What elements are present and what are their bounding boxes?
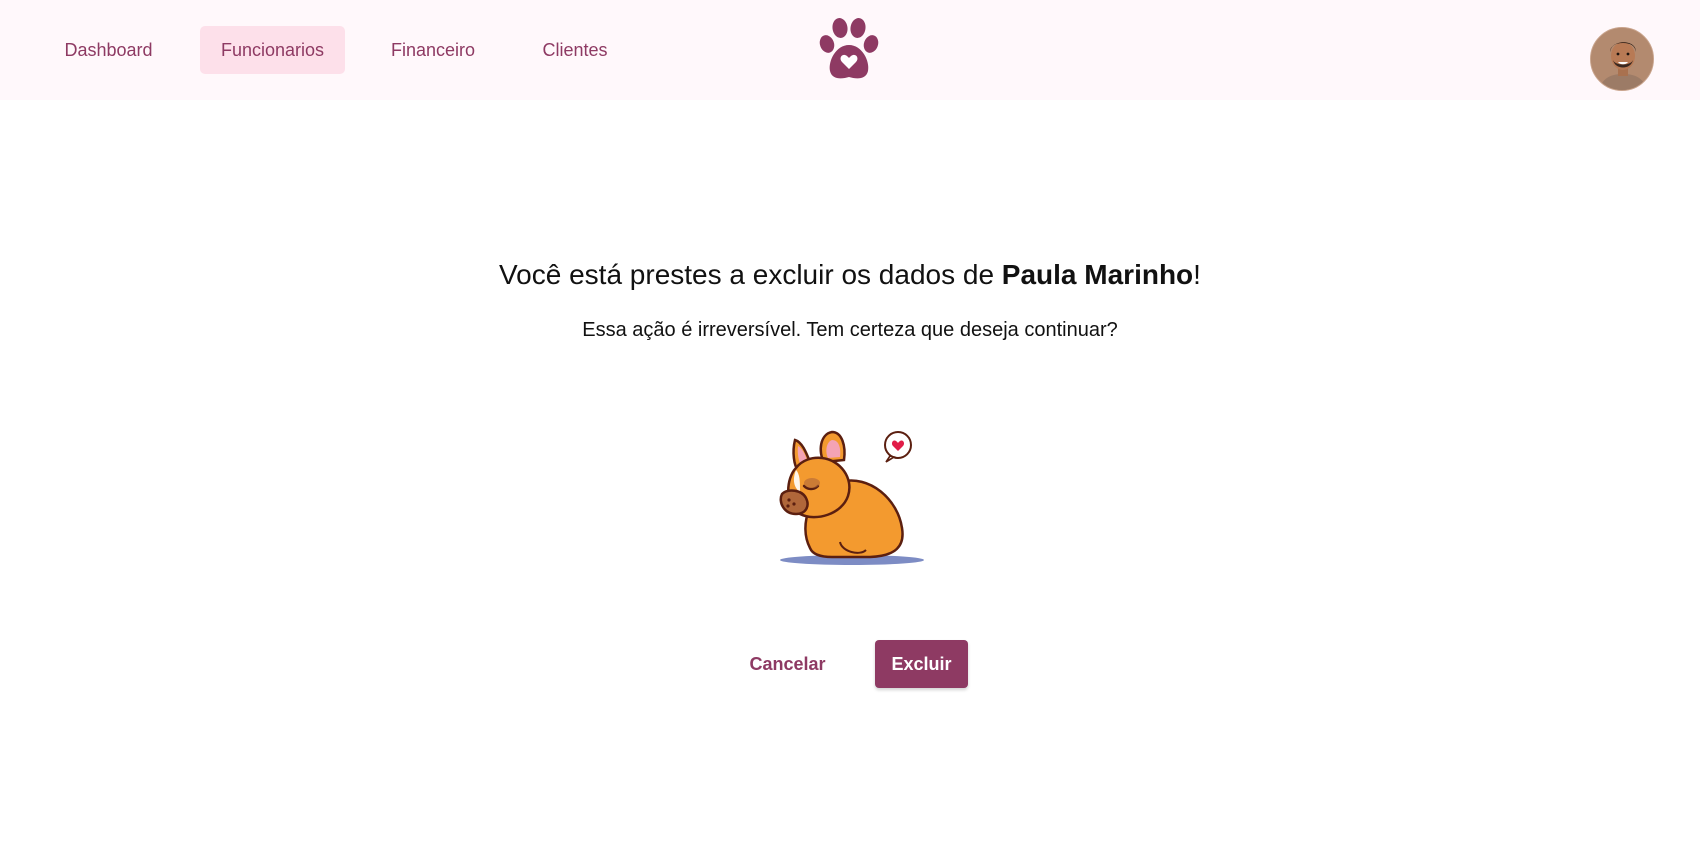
nav-item-clientes[interactable]: Clientes xyxy=(520,26,630,74)
title-prefix: Você está prestes a excluir os dados de xyxy=(499,259,1002,290)
nav-item-financeiro[interactable]: Financeiro xyxy=(374,26,492,74)
sad-dog-illustration xyxy=(770,410,930,570)
top-navigation-bar: Dashboard Funcionarios Financeiro Client… xyxy=(0,0,1700,100)
delete-button[interactable]: Excluir xyxy=(875,640,968,688)
cancel-button[interactable]: Cancelar xyxy=(731,640,844,688)
nav-item-dashboard[interactable]: Dashboard xyxy=(46,26,171,74)
dialog-message: Essa ação é irreversível. Tem certeza qu… xyxy=(582,319,1118,341)
nav-item-funcionarios[interactable]: Funcionarios xyxy=(200,26,345,74)
delete-confirmation-dialog: Você está prestes a excluir os dados de … xyxy=(0,100,1700,848)
title-suffix: ! xyxy=(1193,259,1201,290)
paw-heart-icon[interactable] xyxy=(816,17,882,83)
user-avatar[interactable] xyxy=(1590,27,1654,91)
dialog-title: Você está prestes a excluir os dados de … xyxy=(0,259,1700,291)
employee-name: Paula Marinho xyxy=(1001,259,1194,290)
